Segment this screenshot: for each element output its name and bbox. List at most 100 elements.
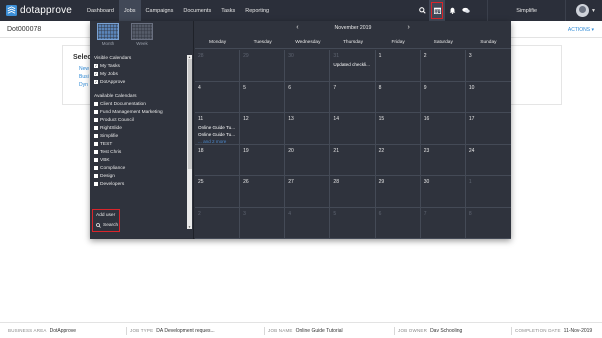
day-cell[interactable]: 16 xyxy=(420,113,466,145)
available-calendar-item[interactable]: Compliance xyxy=(94,164,186,172)
checkbox[interactable] xyxy=(94,158,98,162)
day-cell[interactable]: 25 xyxy=(195,176,241,208)
checkbox[interactable]: ✓ xyxy=(94,80,98,84)
day-cell[interactable]: 29 xyxy=(240,50,286,82)
day-cell[interactable]: 27 xyxy=(285,176,331,208)
checkbox[interactable] xyxy=(94,142,98,146)
nav-link-campaigns[interactable]: Campaigns xyxy=(141,0,179,21)
checkbox[interactable] xyxy=(94,118,98,122)
day-cell[interactable]: 2 xyxy=(420,50,466,82)
day-cell[interactable]: 23 xyxy=(420,144,466,176)
available-calendar-item[interactable]: Test Chris xyxy=(94,148,186,156)
nav-link-tasks[interactable]: Tasks xyxy=(216,0,240,21)
chat-icon[interactable] xyxy=(459,0,473,21)
day-cell[interactable]: 4 xyxy=(195,81,241,113)
day-cell[interactable]: 21 xyxy=(330,144,376,176)
chevron-down-icon[interactable]: ▼ xyxy=(591,8,596,14)
day-cell[interactable]: 10 xyxy=(465,82,511,113)
day-cell[interactable]: 11 Online Guide Tu... Online Guide Tu.....… xyxy=(195,113,241,145)
day-cell[interactable]: 8 xyxy=(375,81,421,113)
calendar-event[interactable]: Updated checkli... xyxy=(333,62,370,67)
day-cell[interactable]: 31 Updated checkli... xyxy=(330,50,376,82)
checkbox[interactable]: ✓ xyxy=(94,64,98,68)
day-cell[interactable]: 4 xyxy=(285,207,331,239)
day-cell[interactable]: 30 xyxy=(285,50,331,82)
day-cell[interactable]: 8 xyxy=(465,208,511,239)
day-cell[interactable]: 5 xyxy=(240,81,286,113)
day-cell[interactable]: 1 xyxy=(375,50,421,82)
card-link[interactable]: Dyn xyxy=(79,82,88,88)
checkbox[interactable] xyxy=(94,126,98,130)
day-cell[interactable]: 15 xyxy=(375,113,421,145)
day-cell[interactable]: 6 xyxy=(285,81,331,113)
card-link[interactable]: New xyxy=(79,66,89,72)
more-events-link[interactable]: ... and 2 more xyxy=(198,139,226,144)
visible-calendar-item[interactable]: ✓ DotApprove xyxy=(94,78,186,86)
card-link[interactable]: Busi xyxy=(79,74,89,80)
day-cell[interactable]: 9 xyxy=(420,81,466,113)
avatar[interactable] xyxy=(576,4,590,17)
day-cell[interactable]: 2 xyxy=(195,207,241,239)
actions-button[interactable]: ACTIONS ▾ xyxy=(568,27,594,33)
checkbox[interactable]: ✓ xyxy=(94,72,98,76)
day-cell[interactable]: 3 xyxy=(465,50,511,82)
checkbox[interactable] xyxy=(94,110,98,114)
day-cell[interactable]: 30 xyxy=(420,176,466,208)
week-view-button[interactable]: Week xyxy=(130,23,154,47)
available-calendar-item[interactable]: VBK xyxy=(94,156,186,164)
day-cell[interactable]: 26 xyxy=(240,176,286,208)
available-calendar-item[interactable]: Design xyxy=(94,172,186,180)
logo[interactable]: dotapprove xyxy=(0,5,82,16)
checkbox[interactable] xyxy=(94,174,98,178)
available-calendar-item[interactable]: RightSlide xyxy=(94,124,186,132)
visible-calendar-item[interactable]: ✓ My Jobs xyxy=(94,70,186,78)
day-cell[interactable]: 3 xyxy=(240,207,286,239)
day-cell[interactable]: 18 xyxy=(195,144,241,176)
available-calendar-item[interactable]: TEST xyxy=(94,140,186,148)
nav-link-jobs[interactable]: Jobs xyxy=(118,0,141,21)
checkbox[interactable] xyxy=(94,182,98,186)
checkbox[interactable] xyxy=(94,166,98,170)
nav-link-dashboard[interactable]: Dashboard xyxy=(82,0,119,21)
nav-link-documents[interactable]: Documents xyxy=(178,0,216,21)
search-icon[interactable] xyxy=(415,0,429,21)
day-cell[interactable]: 13 xyxy=(285,113,331,145)
nav-link-reporting[interactable]: Reporting xyxy=(240,0,274,21)
day-cell[interactable]: 12 xyxy=(240,113,286,145)
calendar-event[interactable]: Online Guide Tu... xyxy=(198,132,235,137)
search-button[interactable]: Search xyxy=(96,223,118,228)
day-cell[interactable]: 7 xyxy=(330,81,376,113)
day-cell[interactable]: 17 xyxy=(465,113,511,145)
day-cell[interactable]: 22 xyxy=(375,144,421,176)
month-view-button[interactable]: Month xyxy=(96,23,120,47)
bell-icon[interactable] xyxy=(445,0,459,21)
checkbox[interactable] xyxy=(94,102,98,106)
day-cell[interactable]: 19 xyxy=(240,144,286,176)
next-month-button[interactable]: › xyxy=(407,24,409,31)
day-cell[interactable]: 24 xyxy=(465,145,511,176)
user-menu[interactable]: Simplifie xyxy=(487,0,567,21)
day-cell[interactable]: 5 xyxy=(330,207,376,239)
calendar-event[interactable]: Online Guide Tu... xyxy=(198,125,235,130)
available-calendar-item[interactable]: Simplifie xyxy=(94,132,186,140)
day-cell[interactable]: 29 xyxy=(375,176,421,208)
checkbox[interactable] xyxy=(94,134,98,138)
available-calendar-item[interactable]: Developers xyxy=(94,180,186,188)
calendar-icon[interactable] xyxy=(429,0,446,21)
day-cell[interactable]: 6 xyxy=(375,207,421,239)
day-cell[interactable]: 14 xyxy=(330,113,376,145)
available-calendar-item[interactable]: Fund Management Marketing xyxy=(94,108,186,116)
scroll-down-icon[interactable]: ▼ xyxy=(187,225,192,229)
prev-month-button[interactable]: ‹ xyxy=(296,24,298,31)
day-cell[interactable]: 1 xyxy=(465,176,511,208)
day-cell[interactable]: 28 xyxy=(195,50,241,82)
checkbox[interactable] xyxy=(94,150,98,154)
visible-calendar-item[interactable]: ✓ My Tasks xyxy=(94,62,186,70)
scrollbar-thumb[interactable] xyxy=(187,59,192,169)
day-cell[interactable]: 7 xyxy=(420,207,466,239)
calendar-list-scrollbar[interactable]: ▲ ▼ xyxy=(187,55,192,229)
day-cell[interactable]: 20 xyxy=(285,144,331,176)
available-calendar-item[interactable]: Product Council xyxy=(94,116,186,124)
available-calendar-item[interactable]: Client Documentation xyxy=(94,100,186,108)
day-cell[interactable]: 28 xyxy=(330,176,376,208)
